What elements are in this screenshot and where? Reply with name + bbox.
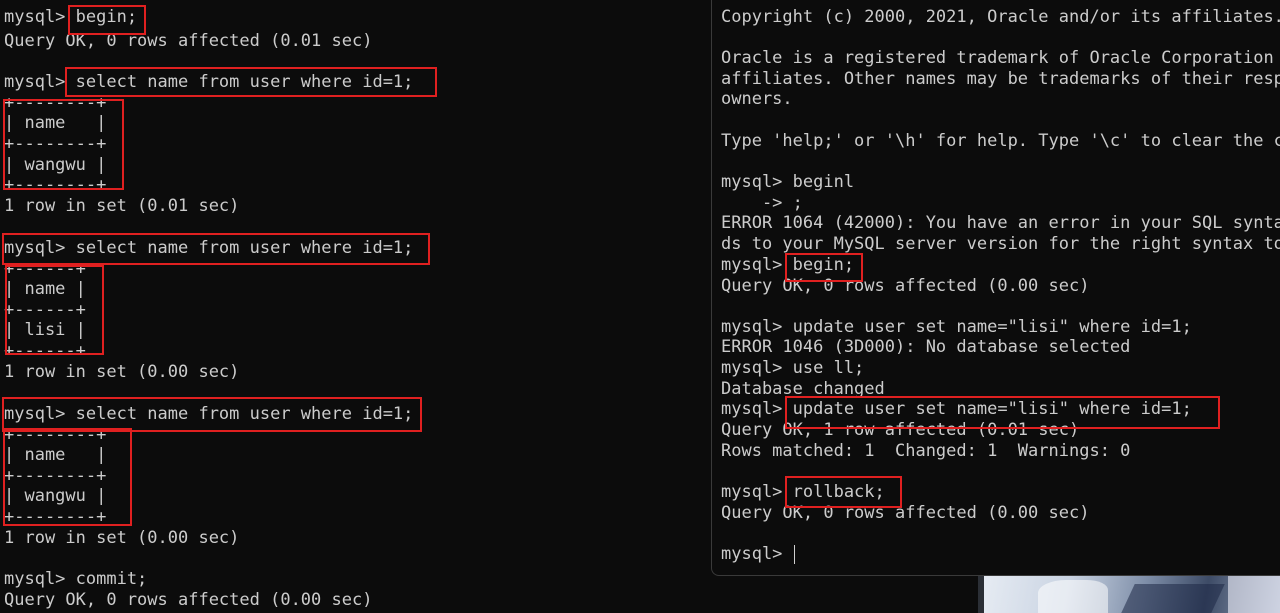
terminal-line: affiliates. Other names may be trademark… [721,68,1280,89]
terminal-line: Database changed [721,378,885,399]
result-table-header: | name | [4,113,107,134]
terminal-line: Copyright (c) 2000, 2021, Oracle and/or … [721,7,1280,27]
terminal-line: mysql> begin; [721,255,855,275]
result-table-row: | wangwu | [4,154,107,175]
text-cursor [794,545,795,564]
left-terminal-window[interactable]: mysql> begin; Query OK, 0 rows affected … [0,0,708,613]
terminal-line: ERROR 1064 (42000): You have an error in… [721,213,1280,234]
result-table-border: +--------+ [4,507,107,527]
terminal-line: ds to your MySQL server version for the … [721,234,1280,254]
result-table-row: | lisi | [4,320,86,341]
result-table-border: +--------+ [4,465,107,486]
terminal-line: mysql> update user set name="lisi" where… [721,399,1192,420]
terminal-line: 1 row in set (0.00 sec) [4,528,240,548]
result-table-row: | wangwu | [4,486,107,507]
terminal-line: mysql> rollback; [721,482,885,503]
terminal-line: mysql> select name from user where id=1; [4,404,414,424]
result-table-border: +------+ [4,258,86,279]
result-table-border: +------+ [4,299,86,320]
result-table-border: +--------+ [4,92,107,113]
terminal-line: Query OK, 0 rows affected (0.00 sec) [4,590,373,610]
terminal-line: mysql> commit; [4,569,148,590]
terminal-line: Query OK, 0 rows affected (0.00 sec) [721,503,1090,523]
terminal-line: -> ; [721,192,803,213]
terminal-line: mysql> select name from user where id=1; [4,72,414,93]
desktop-wallpaper [978,576,1280,613]
terminal-line: ERROR 1046 (3D000): No database selected [721,337,1131,358]
result-table-border: +--------+ [4,424,107,445]
terminal-line: mysql> select name from user where id=1; [4,238,414,258]
result-table-border: +------+ [4,341,86,361]
result-table-border: +--------+ [4,175,107,196]
result-table-border: +--------+ [4,134,107,154]
terminal-line: mysql> use ll; [721,358,865,378]
terminal-line: Query OK, 0 rows affected (0.00 sec) [721,275,1090,296]
result-table-header: | name | [4,445,107,466]
terminal-line: mysql> update user set name="lisi" where… [721,316,1192,337]
terminal-prompt[interactable]: mysql> [721,544,793,565]
terminal-line: Oracle is a registered trademark of Orac… [721,48,1274,69]
terminal-line: mysql> beginl [721,172,855,193]
terminal-line: Type 'help;' or '\h' for help. Type '\c'… [721,131,1280,151]
terminal-line: Query OK, 1 row affected (0.01 sec) [721,420,1080,440]
result-table-header: | name | [4,279,86,300]
terminal-line: mysql> begin; [4,7,138,27]
terminal-line: 1 row in set (0.00 sec) [4,362,240,382]
right-terminal-window[interactable]: Copyright (c) 2000, 2021, Oracle and/or … [711,0,1280,576]
terminal-line: 1 row in set (0.01 sec) [4,196,240,216]
terminal-line: Query OK, 0 rows affected (0.01 sec) [4,31,373,51]
terminal-line: Rows matched: 1 Changed: 1 Warnings: 0 [721,441,1131,461]
terminal-line: owners. [721,89,793,110]
